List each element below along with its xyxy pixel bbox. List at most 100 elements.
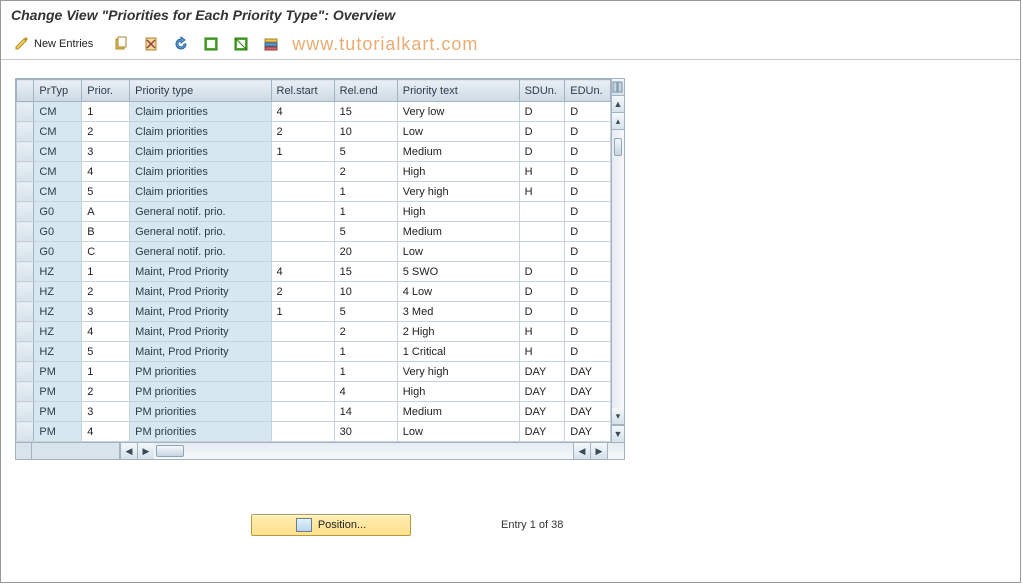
table-row[interactable]: CM2Claim priorities210LowDD [17, 122, 611, 142]
cell-start[interactable] [271, 362, 334, 382]
select-all-button[interactable] [198, 33, 224, 55]
undo-button[interactable] [168, 33, 194, 55]
table-row[interactable]: CM3Claim priorities15MediumDD [17, 142, 611, 162]
cell-ptext[interactable]: Low [397, 242, 519, 262]
cell-prtyp[interactable]: HZ [34, 282, 82, 302]
cell-start[interactable] [271, 382, 334, 402]
table-row[interactable]: CM1Claim priorities415Very lowDD [17, 102, 611, 122]
table-row[interactable]: HZ2Maint, Prod Priority2104 LowDD [17, 282, 611, 302]
table-row[interactable]: PM2PM priorities4HighDAYDAY [17, 382, 611, 402]
cell-ptype[interactable]: General notif. prio. [130, 222, 271, 242]
cell-start[interactable]: 2 [271, 282, 334, 302]
cell-ptype[interactable]: PM priorities [130, 422, 271, 442]
table-row[interactable]: PM1PM priorities1Very highDAYDAY [17, 362, 611, 382]
cell-prior[interactable]: 3 [82, 402, 130, 422]
cell-prtyp[interactable]: CM [34, 182, 82, 202]
cell-sd[interactable]: D [519, 302, 565, 322]
cell-end[interactable]: 20 [334, 242, 397, 262]
cell-prtyp[interactable]: G0 [34, 202, 82, 222]
cell-start[interactable] [271, 162, 334, 182]
cell-sd[interactable]: DAY [519, 362, 565, 382]
cell-ptext[interactable]: Medium [397, 222, 519, 242]
cell-sd[interactable]: DAY [519, 422, 565, 442]
vertical-scrollbar[interactable]: ▲ ▴ ▾ ▼ [611, 79, 624, 442]
cell-prior[interactable]: 4 [82, 322, 130, 342]
col-ptext[interactable]: Priority text [397, 80, 519, 102]
cell-end[interactable]: 5 [334, 302, 397, 322]
cell-start[interactable] [271, 202, 334, 222]
cell-ptype[interactable]: Claim priorities [130, 182, 271, 202]
table-row[interactable]: HZ4Maint, Prod Priority22 HighHD [17, 322, 611, 342]
cell-prior[interactable]: 4 [82, 422, 130, 442]
hscroll-thumb-left[interactable] [156, 445, 184, 457]
cell-ed[interactable]: DAY [565, 402, 611, 422]
row-selector[interactable] [17, 202, 34, 222]
cell-prior[interactable]: 2 [82, 382, 130, 402]
cell-ptype[interactable]: Maint, Prod Priority [130, 322, 271, 342]
cell-prior[interactable]: 3 [82, 142, 130, 162]
cell-start[interactable]: 4 [271, 262, 334, 282]
cell-prior[interactable]: 1 [82, 262, 130, 282]
row-selector[interactable] [17, 342, 34, 362]
cell-prtyp[interactable]: HZ [34, 262, 82, 282]
cell-prior[interactable]: C [82, 242, 130, 262]
config-button[interactable] [258, 33, 284, 55]
cell-end[interactable]: 10 [334, 282, 397, 302]
cell-ptext[interactable]: Very low [397, 102, 519, 122]
cell-end[interactable]: 2 [334, 162, 397, 182]
row-selector[interactable] [17, 162, 34, 182]
cell-sd[interactable] [519, 202, 565, 222]
table-row[interactable]: G0CGeneral notif. prio.20LowD [17, 242, 611, 262]
cell-ptext[interactable]: Medium [397, 402, 519, 422]
copy-button[interactable] [108, 33, 134, 55]
hscroll-left2-icon[interactable]: ◀ [573, 443, 590, 459]
cell-sd[interactable]: D [519, 102, 565, 122]
cell-prior[interactable]: 1 [82, 362, 130, 382]
cell-ed[interactable]: D [565, 282, 611, 302]
cell-end[interactable]: 5 [334, 222, 397, 242]
cell-ptype[interactable]: General notif. prio. [130, 202, 271, 222]
cell-ed[interactable]: D [565, 322, 611, 342]
cell-prtyp[interactable]: PM [34, 402, 82, 422]
cell-prior[interactable]: 4 [82, 162, 130, 182]
hscroll-track-left[interactable] [154, 443, 214, 459]
cell-ptext[interactable]: 2 High [397, 322, 519, 342]
cell-prior[interactable]: 5 [82, 342, 130, 362]
table-row[interactable]: G0BGeneral notif. prio.5MediumD [17, 222, 611, 242]
scroll-page-up-icon[interactable]: ▴ [612, 113, 624, 130]
col-ptype[interactable]: Priority type [130, 80, 271, 102]
table-row[interactable]: HZ3Maint, Prod Priority153 MedDD [17, 302, 611, 322]
cell-prtyp[interactable]: HZ [34, 322, 82, 342]
cell-prtyp[interactable]: PM [34, 422, 82, 442]
cell-ptext[interactable]: Low [397, 422, 519, 442]
table-row[interactable]: G0AGeneral notif. prio.1HighD [17, 202, 611, 222]
cell-ed[interactable]: D [565, 342, 611, 362]
cell-sd[interactable]: D [519, 282, 565, 302]
cell-ed[interactable]: DAY [565, 422, 611, 442]
cell-ptype[interactable]: Maint, Prod Priority [130, 282, 271, 302]
col-prtyp[interactable]: PrTyp [34, 80, 82, 102]
cell-ptype[interactable]: PM priorities [130, 362, 271, 382]
cell-prior[interactable]: A [82, 202, 130, 222]
table-row[interactable]: CM5Claim priorities1Very highHD [17, 182, 611, 202]
horizontal-scrollbar[interactable]: ◀ ▶ ◀ ▶ [16, 442, 624, 459]
cell-ed[interactable]: D [565, 262, 611, 282]
cell-end[interactable]: 10 [334, 122, 397, 142]
cell-start[interactable] [271, 222, 334, 242]
row-selector[interactable] [17, 262, 34, 282]
row-selector[interactable] [17, 402, 34, 422]
cell-prtyp[interactable]: CM [34, 162, 82, 182]
cell-prtyp[interactable]: HZ [34, 342, 82, 362]
cell-ptext[interactable]: High [397, 162, 519, 182]
cell-ptype[interactable]: Claim priorities [130, 102, 271, 122]
cell-ed[interactable]: D [565, 222, 611, 242]
cell-start[interactable]: 2 [271, 122, 334, 142]
cell-end[interactable]: 5 [334, 142, 397, 162]
cell-start[interactable] [271, 242, 334, 262]
cell-ed[interactable]: D [565, 142, 611, 162]
cell-end[interactable]: 1 [334, 182, 397, 202]
delete-button[interactable] [138, 33, 164, 55]
cell-sd[interactable]: H [519, 342, 565, 362]
scroll-down-icon[interactable]: ▼ [612, 425, 624, 442]
cell-ptype[interactable]: Claim priorities [130, 162, 271, 182]
